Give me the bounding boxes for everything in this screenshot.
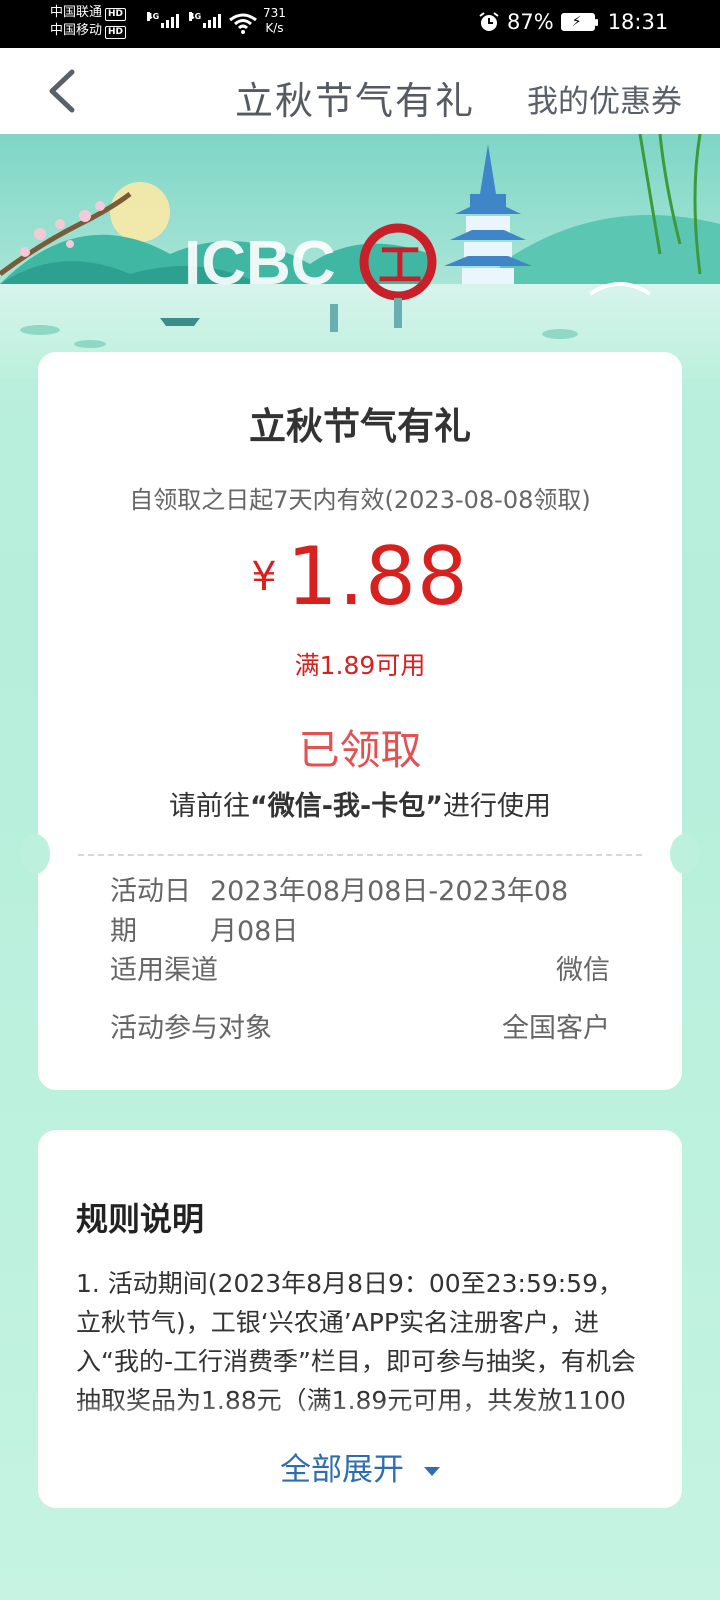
clock: 18:31 bbox=[607, 10, 669, 34]
net-speed: 731 K/s bbox=[263, 6, 286, 35]
wifi-icon bbox=[229, 13, 257, 34]
rules-title: 规则说明 bbox=[76, 1200, 205, 1238]
nav-bar: 立秋节气有礼 我的优惠券 bbox=[0, 48, 720, 134]
rules-card: 规则说明 1. 活动期间(2023年8月8日9：00至23:59:59，立秋节气… bbox=[38, 1130, 682, 1508]
usage-hint: 请前往“微信-我-卡包”进行使用 bbox=[169, 791, 551, 822]
battery-icon: ⚡ bbox=[560, 13, 598, 31]
hd-badge: HD bbox=[105, 26, 127, 39]
rules-fade bbox=[38, 1398, 682, 1438]
coupon-title: 立秋节气有礼 bbox=[249, 405, 471, 448]
detail-value: 2023年08月08日-2023年08月08日 bbox=[210, 876, 569, 947]
coupon-card: 立秋节气有礼 自领取之日起7天内有效(2023-08-08领取) ¥1.88 满… bbox=[20, 352, 700, 1090]
coupon-amount: ¥1.88 bbox=[38, 530, 682, 623]
amount-value: 1.88 bbox=[286, 530, 469, 623]
detail-label: 活动日期 bbox=[110, 876, 191, 947]
caret-down-icon bbox=[424, 1467, 440, 1476]
hd-badge: HD bbox=[105, 8, 127, 21]
expand-all-label: 全部展开 bbox=[280, 1452, 404, 1488]
carrier-1: 中国联通 bbox=[50, 5, 103, 20]
card-notch bbox=[670, 834, 700, 874]
expand-all-button[interactable]: 全部展开 bbox=[38, 1444, 682, 1489]
carrier-2: 中国移动 bbox=[50, 23, 103, 38]
banner-logo-text: ICBC bbox=[184, 229, 336, 298]
carrier-info: 中国联通 HD 中国移动 HD bbox=[50, 4, 127, 40]
divider bbox=[78, 854, 642, 856]
detail-value: 微信 bbox=[556, 955, 610, 986]
activity-banner: ICBC 工 bbox=[0, 134, 720, 378]
battery-percent: 87% bbox=[507, 10, 554, 34]
alarm-icon bbox=[479, 12, 499, 31]
card-notch bbox=[20, 834, 50, 874]
usage-hint-highlight: “微信-我-卡包” bbox=[250, 791, 443, 822]
banner-illustration: ICBC 工 bbox=[0, 134, 720, 378]
signal-icon: 4G bbox=[147, 12, 179, 28]
icbc-logo-mark: 工 bbox=[378, 240, 422, 291]
detail-value: 全国客户 bbox=[502, 1013, 610, 1044]
status-bar: 中国联通 HD 中国移动 HD 4G 4G 731 K/s 87% ⚡ 18:31 bbox=[0, 0, 720, 48]
currency-symbol: ¥ bbox=[251, 554, 277, 600]
coupon-validity: 自领取之日起7天内有效(2023-08-08领取) bbox=[129, 486, 591, 514]
signal-icons: 4G 4G bbox=[147, 12, 221, 28]
detail-label: 适用渠道 bbox=[110, 955, 218, 986]
detail-label: 活动参与对象 bbox=[110, 1013, 272, 1044]
back-button[interactable] bbox=[40, 64, 90, 118]
signal-icon: 4G bbox=[189, 12, 221, 28]
claim-status: 已领取 bbox=[298, 726, 422, 774]
min-spend: 满1.89可用 bbox=[294, 651, 426, 680]
my-coupons-link[interactable]: 我的优惠券 bbox=[527, 76, 682, 121]
page-title: 立秋节气有礼 bbox=[235, 79, 476, 123]
